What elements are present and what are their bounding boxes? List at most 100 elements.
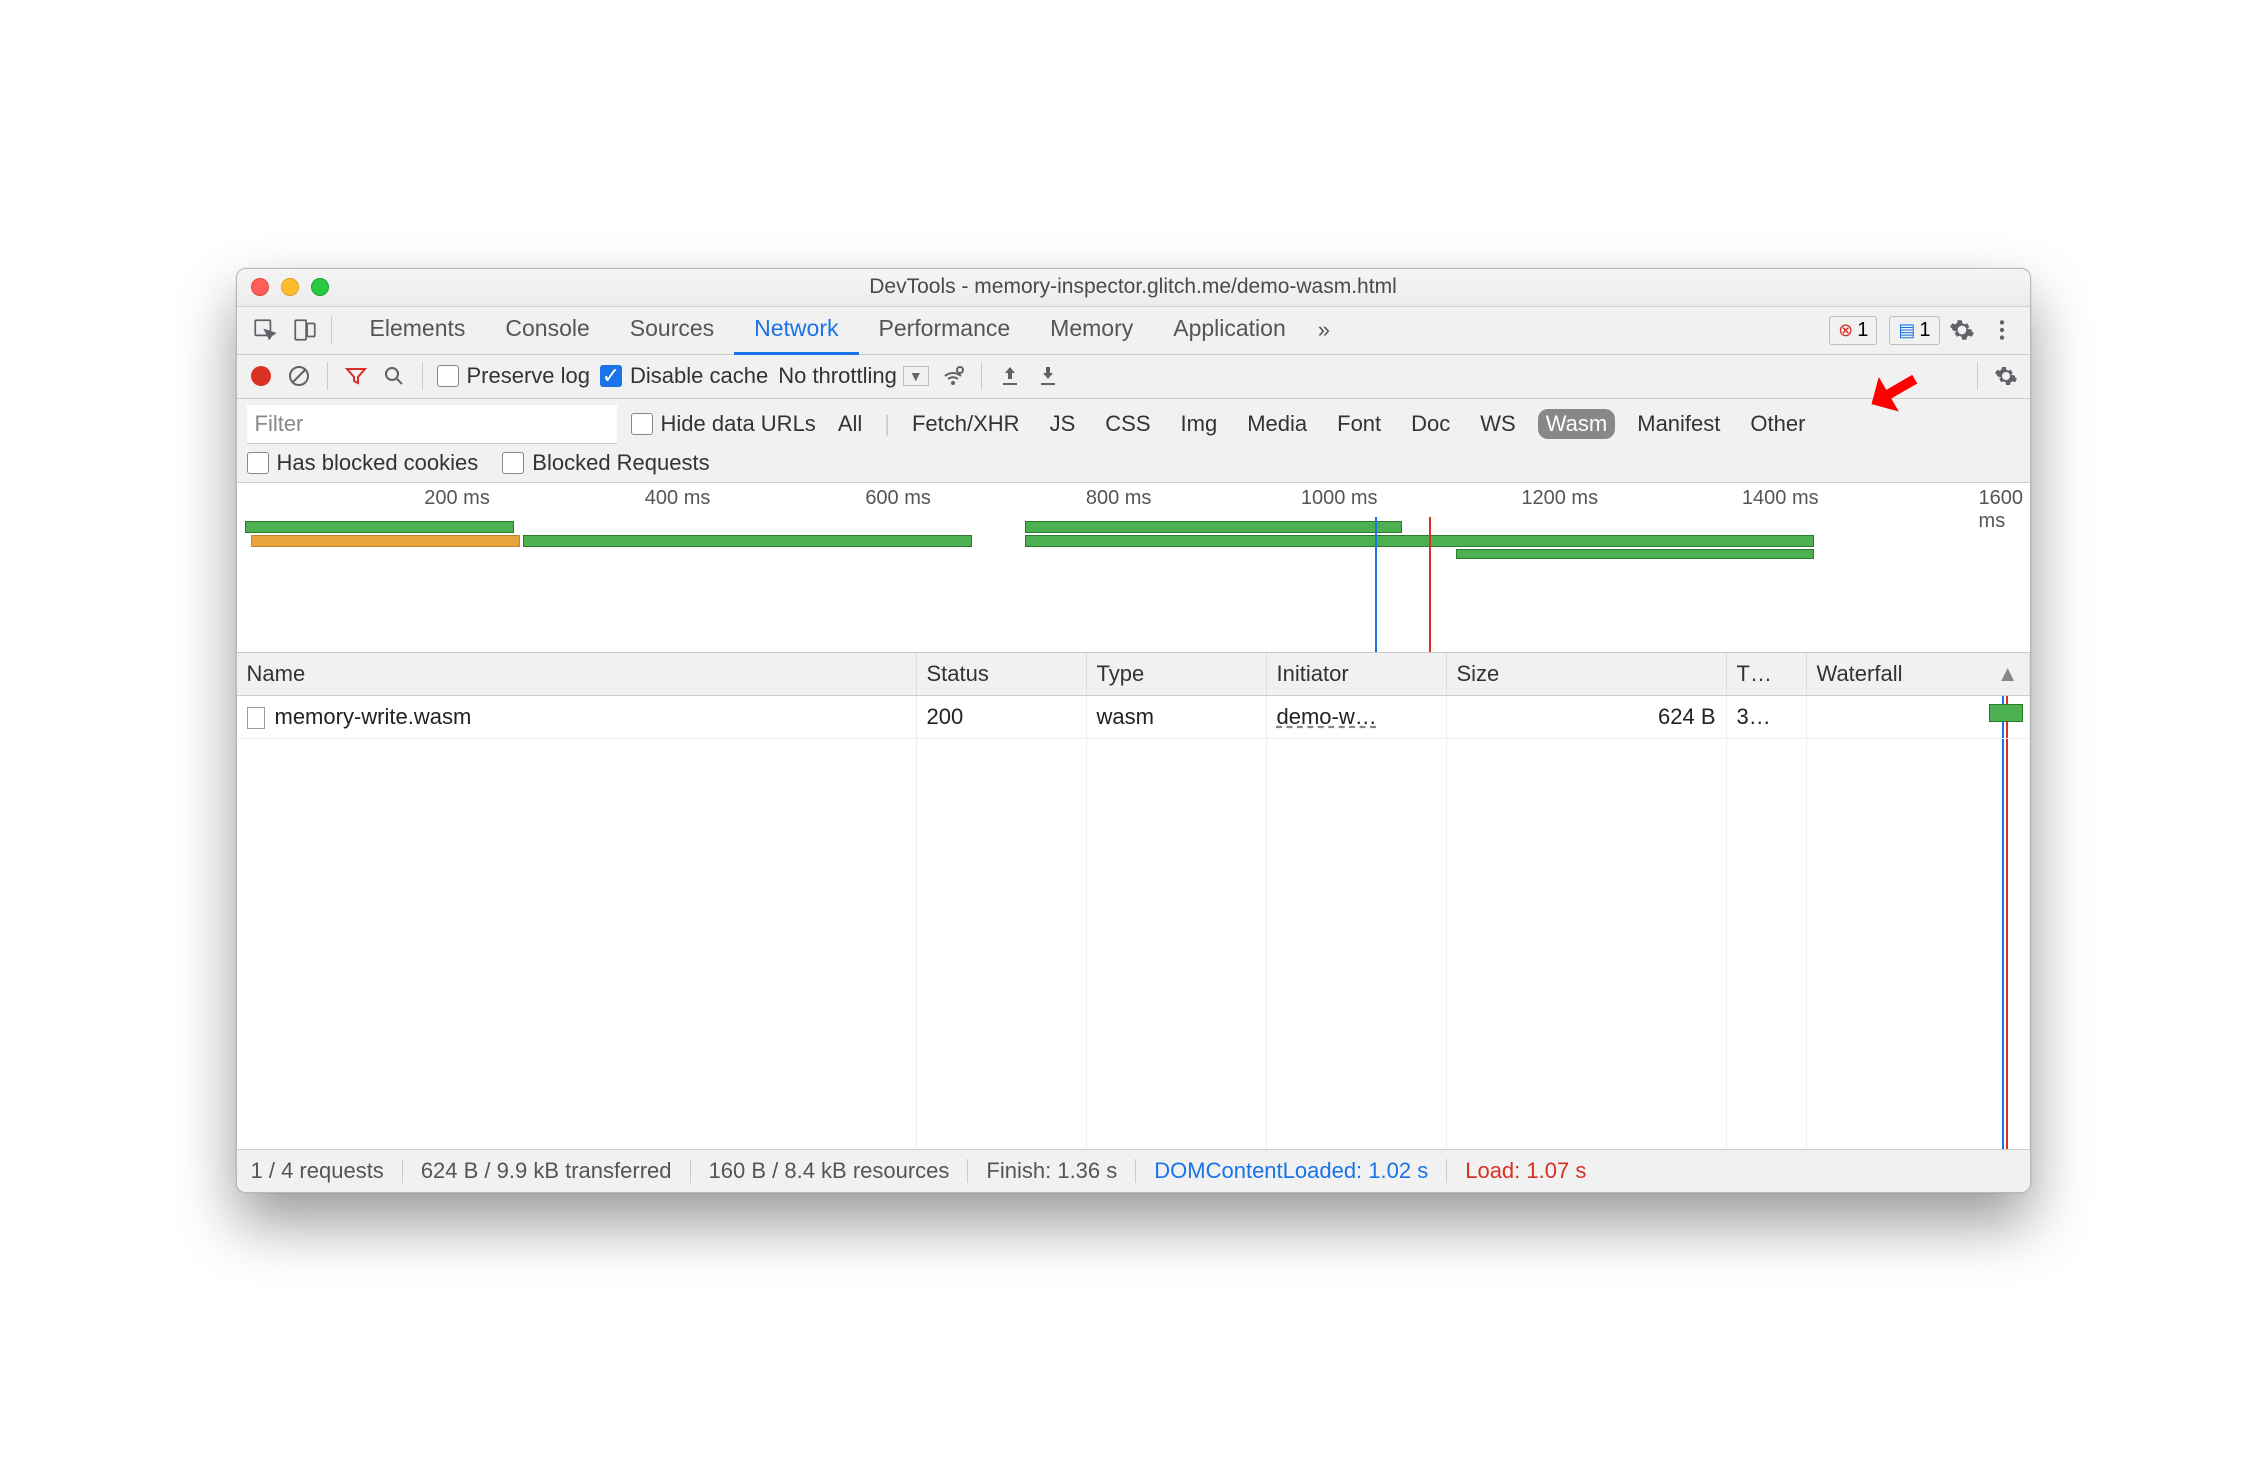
clear-icon[interactable] — [285, 362, 313, 390]
cell-waterfall — [1807, 696, 2030, 738]
throttling-select[interactable]: No throttling ▼ — [778, 363, 928, 389]
cell-time: 3… — [1727, 696, 1807, 738]
col-name[interactable]: Name — [237, 653, 917, 695]
cell-name: memory-write.wasm — [237, 696, 917, 738]
has-blocked-cookies-checkbox[interactable] — [247, 452, 269, 474]
cell-initiator: demo-w… — [1267, 696, 1447, 738]
hide-data-urls-label: Hide data URLs — [661, 411, 816, 437]
waterfall-bar — [1989, 704, 2023, 722]
tab-console[interactable]: Console — [485, 305, 609, 355]
timeline-tick: 200 ms — [424, 487, 490, 510]
record-button[interactable] — [247, 362, 275, 390]
dcl-marker — [1375, 517, 1377, 652]
blocked-requests-checkbox[interactable] — [502, 452, 524, 474]
type-filter-all[interactable]: All — [830, 409, 870, 439]
col-size[interactable]: Size — [1447, 653, 1727, 695]
separator — [1977, 362, 1978, 390]
throttling-value: No throttling — [778, 363, 897, 389]
disable-cache-checkbox[interactable]: ✓ — [600, 365, 622, 387]
tab-memory[interactable]: Memory — [1030, 305, 1153, 355]
messages-badge[interactable]: ▤1 — [1889, 316, 1939, 345]
type-filter-js[interactable]: JS — [1042, 409, 1084, 439]
table-header: Name Status Type Initiator Size T… Water… — [237, 653, 2030, 696]
type-filter-img[interactable]: Img — [1173, 409, 1226, 439]
titlebar: DevTools - memory-inspector.glitch.me/de… — [237, 269, 2030, 307]
type-filter-manifest[interactable]: Manifest — [1629, 409, 1728, 439]
separator — [981, 362, 982, 390]
blocked-requests-option[interactable]: Blocked Requests — [502, 450, 709, 476]
type-filter-media[interactable]: Media — [1239, 409, 1315, 439]
devtools-window: DevTools - memory-inspector.glitch.me/de… — [236, 268, 2031, 1193]
more-tabs-chevron-icon[interactable]: » — [1310, 317, 1338, 343]
network-toolbar: Preserve log ✓ Disable cache No throttli… — [237, 355, 2030, 399]
filter-funnel-icon[interactable] — [342, 362, 370, 390]
network-conditions-icon[interactable] — [939, 362, 967, 390]
col-initiator[interactable]: Initiator — [1267, 653, 1447, 695]
cell-type: wasm — [1087, 696, 1267, 738]
status-load: Load: 1.07 s — [1465, 1158, 1586, 1184]
tab-performance[interactable]: Performance — [859, 305, 1031, 355]
status-bar: 1 / 4 requests 624 B / 9.9 kB transferre… — [237, 1149, 2030, 1192]
tab-network[interactable]: Network — [734, 305, 858, 355]
col-waterfall[interactable]: Waterfall▲ — [1807, 653, 2030, 695]
type-filter-doc[interactable]: Doc — [1403, 409, 1458, 439]
hide-data-urls-checkbox[interactable] — [631, 413, 653, 435]
settings-gear-icon[interactable] — [1944, 312, 1980, 348]
disable-cache-option[interactable]: ✓ Disable cache — [600, 363, 768, 389]
tab-sources[interactable]: Sources — [610, 305, 734, 355]
timeline-tick: 1000 ms — [1301, 487, 1378, 510]
tab-application[interactable]: Application — [1153, 305, 1306, 355]
timeline-overview[interactable]: 200 ms 400 ms 600 ms 800 ms 1000 ms 1200… — [237, 483, 2030, 653]
load-marker — [1429, 517, 1431, 652]
status-requests: 1 / 4 requests — [251, 1158, 384, 1184]
type-filter-font[interactable]: Font — [1329, 409, 1389, 439]
filter-input[interactable] — [247, 405, 617, 444]
errors-count: 1 — [1857, 319, 1868, 342]
type-filter-wasm[interactable]: Wasm — [1538, 409, 1616, 439]
errors-badge[interactable]: ⊗1 — [1829, 316, 1877, 345]
kebab-menu-icon[interactable] — [1984, 312, 2020, 348]
file-icon — [247, 707, 265, 729]
upload-har-icon[interactable] — [996, 362, 1024, 390]
separator — [327, 362, 328, 390]
timeline-tick: 400 ms — [645, 487, 711, 510]
network-table: Name Status Type Initiator Size T… Water… — [237, 653, 2030, 1149]
col-type[interactable]: Type — [1087, 653, 1267, 695]
table-empty-area — [237, 739, 2030, 1149]
has-blocked-cookies-label: Has blocked cookies — [277, 450, 479, 476]
type-filter-fetch-xhr[interactable]: Fetch/XHR — [904, 409, 1028, 439]
preserve-log-checkbox[interactable] — [437, 365, 459, 387]
timeline-tick: 1400 ms — [1742, 487, 1819, 510]
preserve-log-option[interactable]: Preserve log — [437, 363, 591, 389]
status-transferred: 624 B / 9.9 kB transferred — [421, 1158, 672, 1184]
window-title: DevTools - memory-inspector.glitch.me/de… — [237, 275, 2030, 299]
device-toolbar-icon[interactable] — [287, 312, 323, 348]
blocked-requests-label: Blocked Requests — [532, 450, 709, 476]
search-icon[interactable] — [380, 362, 408, 390]
download-har-icon[interactable] — [1034, 362, 1062, 390]
separator — [331, 316, 332, 344]
col-time[interactable]: T… — [1727, 653, 1807, 695]
type-filter-ws[interactable]: WS — [1472, 409, 1523, 439]
status-finish: Finish: 1.36 s — [986, 1158, 1117, 1184]
status-dcl: DOMContentLoaded: 1.02 s — [1154, 1158, 1428, 1184]
main-tabs-row: Elements Console Sources Network Perform… — [237, 307, 2030, 355]
messages-count: 1 — [1919, 319, 1930, 342]
type-filter-css[interactable]: CSS — [1097, 409, 1158, 439]
hide-data-urls-option[interactable]: Hide data URLs — [631, 411, 816, 437]
timeline-tick: 1200 ms — [1521, 487, 1598, 510]
network-settings-gear-icon[interactable] — [1992, 362, 2020, 390]
has-blocked-cookies-option[interactable]: Has blocked cookies — [247, 450, 479, 476]
disable-cache-label: Disable cache — [630, 363, 768, 389]
status-resources: 160 B / 8.4 kB resources — [709, 1158, 950, 1184]
tab-elements[interactable]: Elements — [350, 305, 486, 355]
preserve-log-label: Preserve log — [467, 363, 591, 389]
cell-status: 200 — [917, 696, 1087, 738]
col-status[interactable]: Status — [917, 653, 1087, 695]
type-filter-other[interactable]: Other — [1742, 409, 1813, 439]
inspect-icon[interactable] — [247, 312, 283, 348]
timeline-bars — [237, 521, 2030, 555]
dropdown-triangle-icon: ▼ — [903, 366, 929, 386]
separator — [422, 362, 423, 390]
table-row[interactable]: memory-write.wasm 200 wasm demo-w… 624 B… — [237, 696, 2030, 739]
